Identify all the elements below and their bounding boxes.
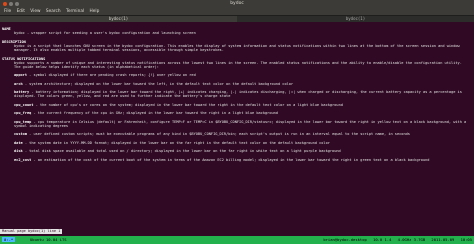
- item-desc: - an estimation of the cost of the curre…: [33, 157, 430, 162]
- item-key: custom: [14, 132, 27, 137]
- item-key: cpu_count: [14, 102, 34, 107]
- list-item: date - the system date in YYYY-MM-DD for…: [2, 141, 470, 145]
- tab-other[interactable]: bydoc(1): [237, 16, 474, 22]
- window-titlebar: bydoc: [0, 0, 474, 8]
- list-item: disk - total disk space available and to…: [2, 149, 470, 153]
- menu-edit[interactable]: Edit: [17, 9, 25, 14]
- memory: 4.0GHz 3.7GB: [397, 237, 426, 242]
- item-desc: - the current frequency of the cpu in GH…: [33, 111, 278, 116]
- item-desc: - the number of cpu's or cores on the sy…: [35, 102, 343, 107]
- tab-bar: bydoc(1) bydoc(1): [0, 16, 474, 22]
- menu-search[interactable]: Search: [46, 9, 61, 14]
- item-desc: - symbol displayed if there are pending …: [29, 73, 196, 78]
- time: 10:05: [460, 237, 472, 242]
- list-item: apport - symbol displayed if there are p…: [2, 73, 470, 77]
- menu-file[interactable]: File: [4, 9, 11, 14]
- menu-help[interactable]: Help: [90, 9, 100, 14]
- window-title: bydoc: [230, 1, 244, 6]
- item-desc: - system architecture; displayed on the …: [24, 81, 294, 86]
- item-key: disk: [14, 149, 23, 154]
- menubar: File Edit View Search Terminal Help: [0, 8, 474, 16]
- list-item: arch - system architecture; displayed on…: [2, 82, 470, 86]
- list-item: ec2_cost - an estimation of the cost of …: [2, 158, 470, 162]
- os-name: Ubuntu 10.04 LTS: [30, 237, 67, 242]
- menu-view[interactable]: View: [30, 9, 40, 14]
- host-name: brian@bydoc-desktop: [323, 237, 367, 242]
- item-desc: - the system date in YYYY-MM-DD format; …: [24, 140, 330, 145]
- date: 2011-05-09: [431, 237, 455, 242]
- item-desc: - battery information; displayed in the …: [14, 90, 465, 99]
- name-line: bydoc - wrapper script for seeding a use…: [14, 31, 196, 36]
- menu-terminal[interactable]: Terminal: [66, 9, 84, 14]
- terminal-output[interactable]: NAME bydoc - wrapper script for seeding …: [2, 23, 470, 228]
- list-item: cpu_count - the number of cpu's or cores…: [2, 103, 470, 107]
- description-paragraph: bydoc is a script that launches GNU scre…: [14, 44, 462, 53]
- list-item: cpu_freq - the current frequency of the …: [2, 111, 470, 115]
- item-key: date: [14, 140, 23, 145]
- byobu-status-bar: 0:-* Ubuntu 10.04 LTS brian@bydoc-deskto…: [0, 236, 474, 244]
- load-average: 10.0 1.4: [373, 237, 392, 242]
- item-key: cpu_freq: [14, 111, 32, 116]
- session-indicator[interactable]: 0:-*: [2, 237, 16, 242]
- section-name: NAME: [2, 27, 11, 32]
- item-key: ec2_cost: [14, 157, 32, 162]
- status-intro: bydoc supports a number of unique and in…: [14, 60, 465, 70]
- item-desc: - cpu temperature in Celsius (default) o…: [14, 119, 469, 128]
- list-item: custom - user defined custom scripts; mu…: [2, 132, 470, 136]
- item-key: apport: [14, 73, 27, 78]
- item-key: arch: [14, 81, 23, 86]
- item-desc: - user defined custom scripts; must be e…: [29, 132, 410, 137]
- list-item: cpu_temp - cpu temperature in Celsius (d…: [2, 120, 470, 128]
- man-page-status: Manual page bydoc(1) line 1: [0, 229, 62, 234]
- tab-active[interactable]: bydoc(1): [0, 16, 237, 22]
- list-item: battery - battery information; displayed…: [2, 90, 470, 98]
- item-desc: - total disk space available and total u…: [24, 149, 341, 154]
